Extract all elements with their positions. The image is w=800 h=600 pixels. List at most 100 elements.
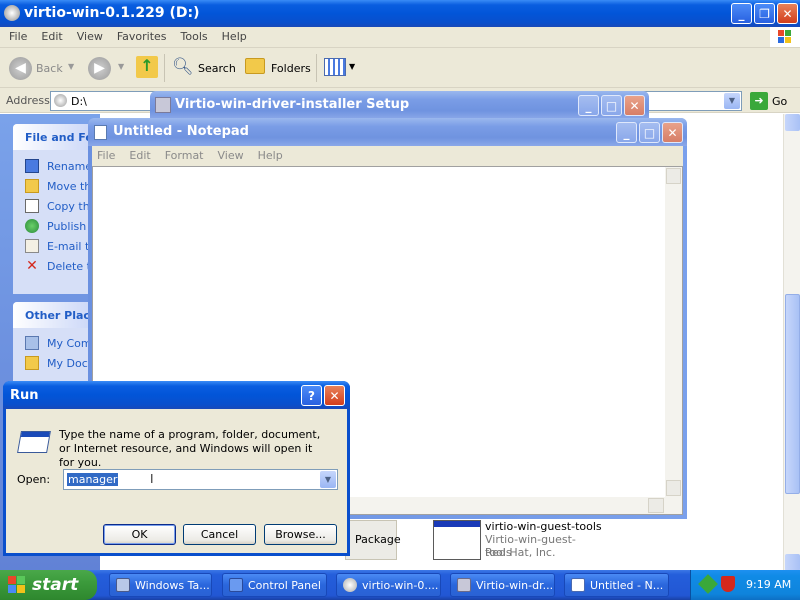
notepad-menu-format[interactable]: Format: [165, 149, 204, 162]
task-manager-icon: [116, 578, 130, 592]
menu-edit[interactable]: Edit: [41, 30, 62, 43]
start-button[interactable]: start: [0, 570, 97, 600]
taskbar-button-1-label: Control Panel: [248, 578, 321, 592]
start-windows-flag-icon: [8, 576, 26, 594]
run-description: Type the name of a program, folder, docu…: [59, 428, 321, 469]
taskbar-control-panel[interactable]: Control Panel: [222, 573, 327, 597]
notepad-menu-help[interactable]: Help: [258, 149, 283, 162]
forward-dropdown-icon[interactable]: ▼: [118, 62, 124, 71]
file-folder-tasks-header[interactable]: File and Fol: [25, 131, 97, 144]
task-rename[interactable]: Rename: [25, 158, 92, 174]
email-icon: [25, 239, 39, 253]
my-documents-icon: [25, 356, 39, 370]
task-publish[interactable]: Publish t: [25, 218, 94, 234]
menu-view[interactable]: View: [77, 30, 103, 43]
text-cursor-icon: I: [150, 472, 154, 486]
windows-logo-icon: [770, 27, 800, 47]
views-icon[interactable]: [324, 58, 346, 76]
menu-help[interactable]: Help: [222, 30, 247, 43]
run-ok-button[interactable]: OK: [103, 524, 176, 545]
back-dropdown-icon[interactable]: ▼: [68, 62, 74, 71]
task-copy[interactable]: Copy thi: [25, 198, 93, 214]
explorer-scroll-thumb[interactable]: [785, 294, 800, 494]
run-open-dropdown-icon[interactable]: ▼: [320, 471, 336, 488]
taskbar-explorer[interactable]: virtio-win-0....: [336, 573, 441, 597]
task-email[interactable]: E-mail th: [25, 238, 96, 254]
setup-close-button[interactable]: ✕: [624, 95, 645, 116]
run-help-button[interactable]: ?: [301, 385, 322, 406]
explorer-scrollbar[interactable]: [783, 114, 800, 572]
task-publish-label[interactable]: Publish t: [47, 220, 94, 233]
back-button-label[interactable]: Back: [36, 62, 63, 75]
system-tray: 9:19 AM: [690, 570, 800, 600]
notepad-title: Untitled - Notepad: [113, 124, 249, 139]
taskbar-setup[interactable]: Virtio-win-dr...: [450, 573, 555, 597]
notepad-close-button[interactable]: ✕: [662, 122, 683, 143]
run-open-combobox[interactable]: manager I ▼: [63, 469, 338, 490]
run-cancel-button[interactable]: Cancel: [183, 524, 256, 545]
explorer-restore-button[interactable]: ❐: [754, 3, 775, 24]
up-folder-icon[interactable]: ↑: [136, 56, 158, 78]
go-button-label[interactable]: Go: [772, 95, 787, 108]
task-rename-label[interactable]: Rename: [47, 160, 92, 173]
notepad-minimize-button[interactable]: _: [616, 122, 637, 143]
notepad-menu-view[interactable]: View: [218, 149, 244, 162]
setup-window-titlebar[interactable]: Virtio-win-driver-installer Setup _ □ ✕: [150, 91, 649, 119]
other-places-header[interactable]: Other Place: [25, 309, 97, 322]
views-dropdown-icon[interactable]: ▼: [349, 62, 355, 71]
notepad-task-icon: [571, 578, 585, 592]
tray-network-icon[interactable]: [698, 574, 718, 594]
notepad-titlebar[interactable]: Untitled - Notepad _ □ ✕: [88, 118, 687, 146]
run-cancel-label: Cancel: [200, 528, 239, 541]
notepad-menubar: File Edit Format View Help: [92, 146, 683, 166]
search-button-label[interactable]: Search: [198, 62, 236, 75]
menu-tools[interactable]: Tools: [181, 30, 208, 43]
run-open-label: Open:: [17, 473, 51, 486]
notepad-vertical-scrollbar[interactable]: [665, 167, 682, 498]
run-browse-button[interactable]: Browse...: [264, 524, 337, 545]
explorer-titlebar[interactable]: virtio-win-0.1.229 (D:) _ ❐ ✕: [0, 0, 800, 27]
app-window-icon: [433, 520, 481, 560]
taskbar-notepad[interactable]: Untitled - N...: [564, 573, 669, 597]
copy-icon: [25, 199, 39, 213]
drive-small-icon: [54, 94, 67, 107]
menu-file[interactable]: File: [9, 30, 27, 43]
package-item-label[interactable]: Package: [355, 533, 401, 546]
explorer-minimize-button[interactable]: _: [731, 3, 752, 24]
run-title: Run: [10, 388, 39, 403]
forward-arrow-icon[interactable]: ▶: [88, 57, 111, 80]
installer-task-icon: [457, 578, 471, 592]
tray-security-shield-icon[interactable]: [721, 576, 735, 592]
task-delete[interactable]: ✕ Delete th: [25, 258, 98, 274]
move-icon: [25, 179, 39, 193]
task-move[interactable]: Move th: [25, 178, 91, 194]
file-item-guest-tools[interactable]: virtio-win-guest-tools Virtio-win-guest-…: [432, 520, 602, 564]
run-close-button[interactable]: ✕: [324, 385, 345, 406]
rename-icon: [25, 159, 39, 173]
folders-icon[interactable]: [245, 58, 265, 74]
address-dropdown-icon[interactable]: ▼: [724, 93, 740, 109]
taskbar-windows-task-manager[interactable]: Windows Ta...: [109, 573, 212, 597]
run-titlebar[interactable]: Run ? ✕: [3, 381, 350, 409]
notepad-maximize-button[interactable]: □: [639, 122, 660, 143]
task-copy-label[interactable]: Copy thi: [47, 200, 93, 213]
tray-clock[interactable]: 9:19 AM: [746, 578, 791, 591]
run-body: Type the name of a program, folder, docu…: [6, 409, 347, 553]
setup-maximize-button[interactable]: □: [601, 95, 622, 116]
go-arrow-icon[interactable]: ➜: [750, 92, 768, 110]
run-open-value[interactable]: manager: [67, 473, 119, 486]
back-arrow-icon[interactable]: ◀: [9, 57, 32, 80]
notepad-menu-edit[interactable]: Edit: [129, 149, 150, 162]
task-move-label[interactable]: Move th: [47, 180, 91, 193]
notepad-menu-file[interactable]: File: [97, 149, 115, 162]
menu-favorites[interactable]: Favorites: [117, 30, 167, 43]
folders-button-label[interactable]: Folders: [271, 62, 311, 75]
setup-minimize-button[interactable]: _: [578, 95, 599, 116]
taskbar-button-3-label: Virtio-win-dr...: [476, 578, 554, 592]
publish-globe-icon: [25, 219, 39, 233]
explorer-menu: File Edit View Favorites Tools Help: [9, 30, 261, 43]
explorer-close-button[interactable]: ✕: [777, 3, 798, 24]
place-my-documents[interactable]: My Docu: [25, 355, 95, 371]
setup-window-title: Virtio-win-driver-installer Setup: [175, 97, 410, 112]
search-icon[interactable]: 🔍︎: [172, 57, 194, 77]
